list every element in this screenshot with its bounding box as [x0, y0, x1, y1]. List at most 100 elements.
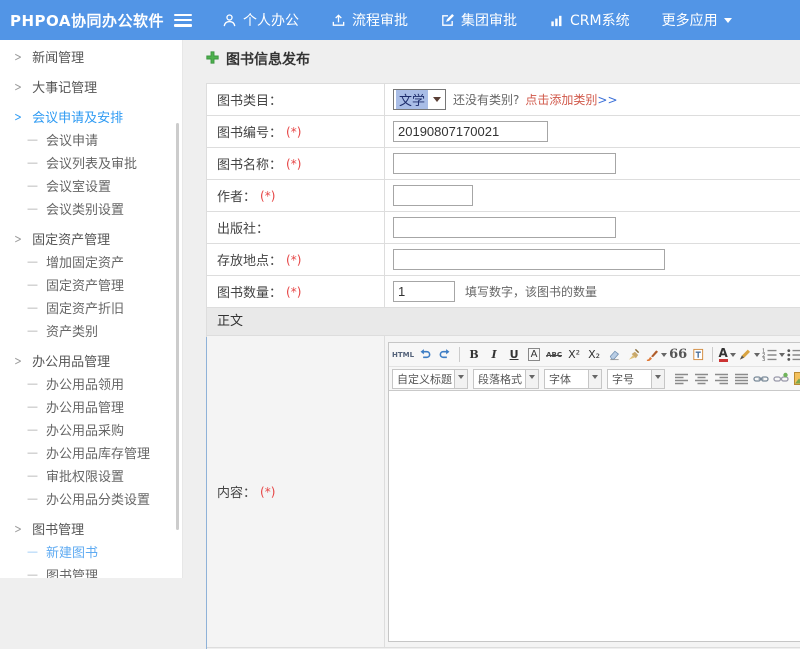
sidebar-group-4[interactable]: >办公用品管理	[0, 349, 182, 372]
nav-item-more-apps[interactable]: 更多应用	[662, 10, 732, 30]
sidebar-item-4-2[interactable]: —办公用品采购	[0, 418, 182, 441]
dash-icon: —	[27, 324, 38, 337]
align-justify-icon[interactable]	[732, 369, 750, 388]
sidebar-item-3-3[interactable]: —资产类别	[0, 319, 182, 342]
select-label: 字号	[608, 370, 651, 388]
nav-item-workflow-approval[interactable]: 流程审批	[331, 10, 408, 30]
chevron-right-icon: >	[14, 232, 22, 246]
field-label: 图书名称：	[217, 154, 282, 173]
align-left-icon[interactable]	[672, 369, 690, 388]
sidebar-item-3-2[interactable]: —固定资产折旧	[0, 296, 182, 319]
nav-item-label: 集团审批	[461, 10, 517, 30]
sidebar-item-2-2[interactable]: —会议室设置	[0, 174, 182, 197]
sidebar-item-label: 办公用品分类设置	[46, 489, 150, 508]
sidebar-group-label: 图书管理	[32, 519, 84, 538]
sidebar-group-1[interactable]: >大事记管理	[0, 75, 182, 98]
editor-toolbar-row2: 自定义标题段落格式字体字号	[389, 367, 800, 391]
subscript-button[interactable]: X₂	[585, 345, 603, 364]
required-mark: (*)	[286, 157, 301, 171]
publisher-input[interactable]	[393, 217, 616, 238]
nav-item-group-approval[interactable]: 集团审批	[440, 10, 517, 30]
link-icon[interactable]	[752, 369, 770, 388]
fontcolor-button[interactable]: A	[718, 345, 736, 364]
form-row-code: 图书编号：(*)	[207, 116, 800, 148]
editor-toolbar-row1: HTMLBIUAABCX²X₂66A123	[389, 343, 800, 367]
formatclear-icon[interactable]	[625, 345, 643, 364]
unordered-list-icon[interactable]	[787, 345, 800, 364]
highlight-pen-icon[interactable]	[738, 345, 760, 364]
redo-icon[interactable]	[436, 345, 454, 364]
user-icon	[222, 13, 237, 28]
sidebar-item-2-0[interactable]: —会议申请	[0, 128, 182, 151]
blockquote-button[interactable]: 66	[669, 345, 687, 364]
paragraph-format-select[interactable]: 段落格式	[473, 369, 539, 389]
sidebar-scrollbar[interactable]	[176, 123, 179, 530]
location-input[interactable]	[393, 249, 665, 270]
hamburger-menu-icon[interactable]	[174, 14, 192, 27]
sidebar-group-2[interactable]: >会议申请及安排	[0, 105, 182, 128]
font-size-select[interactable]: 字号	[607, 369, 665, 389]
sidebar-item-4-3[interactable]: —办公用品库存管理	[0, 441, 182, 464]
sidebar-item-5-0[interactable]: —新建图书	[0, 540, 182, 563]
sidebar-group-3[interactable]: > 固定资产管理	[0, 227, 182, 250]
autotypeset-button[interactable]: A	[525, 345, 543, 364]
strikethrough-button[interactable]: ABC	[545, 345, 563, 364]
dash-icon: —	[27, 377, 38, 390]
book-code-input[interactable]	[393, 121, 548, 142]
nav-item-crm-system[interactable]: CRM系统	[549, 10, 630, 30]
dash-icon: —	[27, 469, 38, 482]
field-label: 图书类目：	[217, 90, 282, 109]
category-select[interactable]: 文学	[393, 89, 446, 110]
sidebar-item-5-1[interactable]: —图书管理	[0, 563, 182, 578]
dash-icon: —	[27, 278, 38, 291]
paintformat-icon[interactable]	[645, 345, 667, 364]
sidebar-item-2-3[interactable]: —会议类别设置	[0, 197, 182, 220]
superscript-button[interactable]: X²	[565, 345, 583, 364]
book-name-input[interactable]	[393, 153, 616, 174]
editor-content-area[interactable]	[389, 391, 800, 642]
sidebar-group-5[interactable]: >图书管理	[0, 517, 182, 540]
custom-title-select[interactable]: 自定义标题	[392, 369, 468, 389]
form-row-publisher: 出版社：	[207, 212, 800, 244]
align-right-icon[interactable]	[712, 369, 730, 388]
form-row-location: 存放地点：(*)	[207, 244, 800, 276]
sidebar-group-0[interactable]: >新闻管理	[0, 45, 182, 68]
underline-button[interactable]: U	[505, 345, 523, 364]
anchor-icon[interactable]	[772, 369, 790, 388]
sidebar-item-4-0[interactable]: —办公用品领用	[0, 372, 182, 395]
sidebar-item-label: 办公用品管理	[46, 397, 124, 416]
image-icon[interactable]	[792, 369, 800, 388]
sidebar-item-4-4[interactable]: —审批权限设置	[0, 464, 182, 487]
sidebar-item-3-1[interactable]: —固定资产管理	[0, 273, 182, 296]
source-button[interactable]: HTML	[392, 345, 414, 364]
nav-item-personal-office[interactable]: 个人办公	[222, 10, 299, 30]
undo-icon[interactable]	[416, 345, 434, 364]
italic-button[interactable]: I	[485, 345, 503, 364]
ordered-list-icon[interactable]: 123	[762, 345, 785, 364]
caret-down-icon	[661, 353, 667, 360]
sidebar-item-label: 办公用品库存管理	[46, 443, 150, 462]
sidebar-item-label: 固定资产折旧	[46, 298, 124, 317]
content-row-left-border	[206, 337, 207, 649]
caret-down-icon	[651, 370, 664, 388]
add-category-link[interactable]: 点击添加类别>>	[525, 91, 617, 108]
required-mark: (*)	[260, 485, 275, 499]
caret-down-icon	[754, 353, 760, 360]
sidebar-item-4-1[interactable]: —办公用品管理	[0, 395, 182, 418]
eraser-icon[interactable]	[605, 345, 623, 364]
required-mark: (*)	[286, 285, 301, 299]
sidebar-item-2-1[interactable]: —会议列表及审批	[0, 151, 182, 174]
chevron-right-icon: >	[14, 354, 22, 368]
pastetext-icon[interactable]	[689, 345, 707, 364]
sidebar-item-label: 会议列表及审批	[46, 153, 137, 172]
sidebar-item-4-5[interactable]: —办公用品分类设置	[0, 487, 182, 510]
sidebar-group-label: 固定资产管理	[32, 229, 110, 248]
sidebar-item-label: 办公用品采购	[46, 420, 124, 439]
quantity-input[interactable]	[393, 281, 455, 302]
sidebar-item-3-0[interactable]: —增加固定资产	[0, 250, 182, 273]
author-input[interactable]	[393, 185, 473, 206]
bold-button[interactable]: B	[465, 345, 483, 364]
align-center-icon[interactable]	[692, 369, 710, 388]
field-label: 内容：	[217, 482, 256, 501]
font-family-select[interactable]: 字体	[544, 369, 602, 389]
